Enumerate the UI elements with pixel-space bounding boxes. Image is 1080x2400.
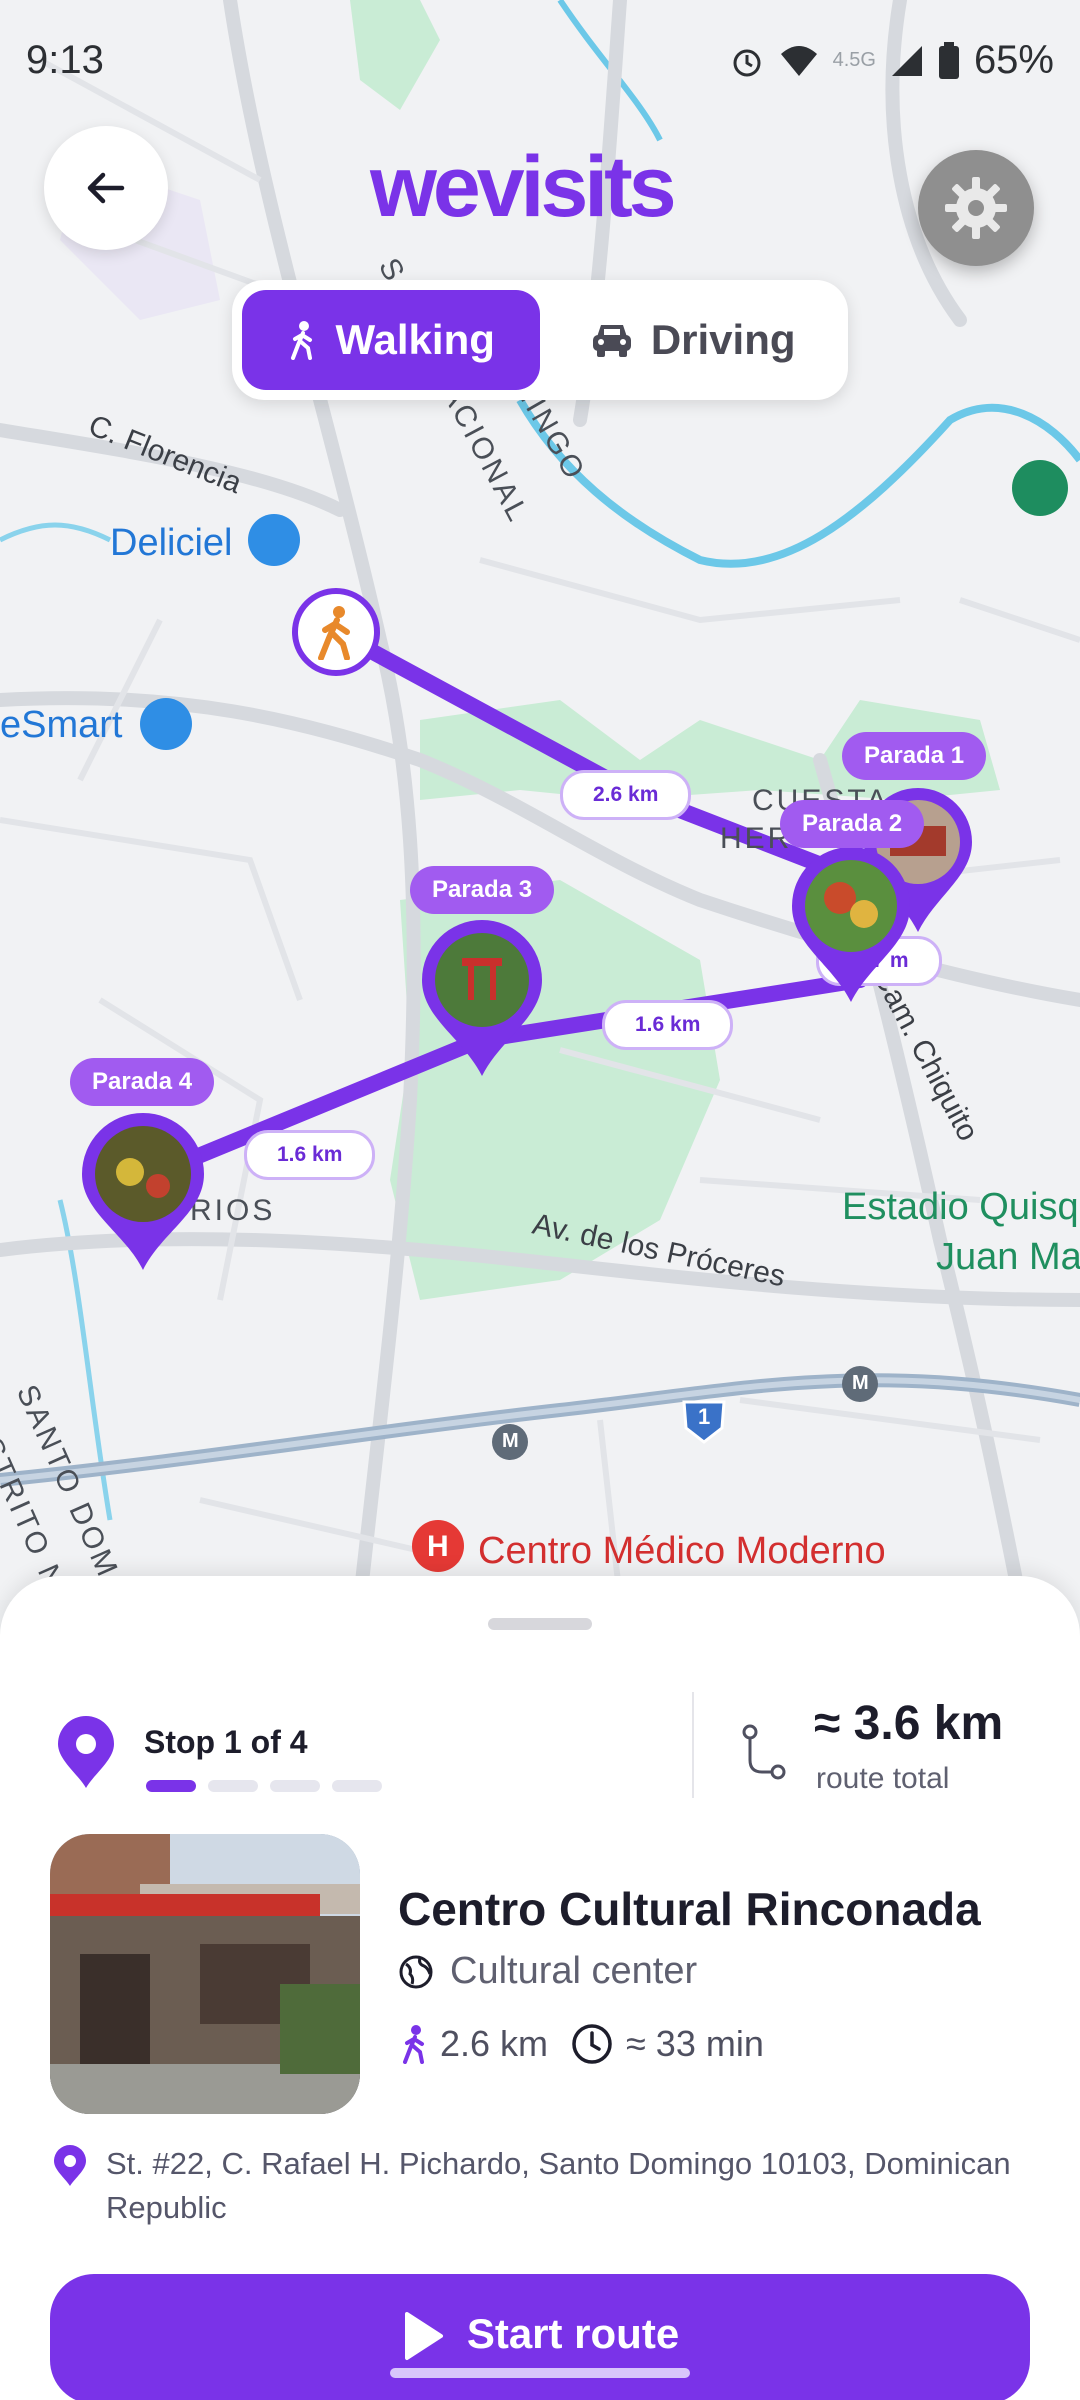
sheet-drag-handle[interactable] <box>488 1618 592 1630</box>
start-route-button[interactable]: Start route <box>50 2274 1030 2400</box>
map-pin-icon <box>792 847 910 1002</box>
stop-counter: Stop 1 of 4 <box>144 1724 308 1760</box>
stop-pin-3[interactable] <box>418 918 546 1085</box>
walking-mode-label: Walking <box>335 316 495 363</box>
stop-tag-3[interactable]: Parada 3 <box>410 866 555 914</box>
route-total-label: route total <box>816 1762 950 1795</box>
poi-label-esmart[interactable]: eSmart <box>0 704 122 747</box>
wifi-icon <box>780 45 817 76</box>
gear-icon <box>945 177 1007 239</box>
walker-start-marker[interactable] <box>292 588 380 676</box>
gesture-nav-bar[interactable] <box>390 2368 690 2378</box>
progress-segment <box>332 1780 382 1792</box>
progress-segment <box>270 1780 320 1792</box>
poi-label-estadio[interactable]: Estadio Quisq <box>842 1186 1079 1229</box>
driving-mode-label: Driving <box>650 316 796 363</box>
walk-time: ≈ 33 min <box>626 2023 764 2064</box>
highway-badge: 1 <box>698 1404 711 1429</box>
settings-button[interactable] <box>918 150 1034 266</box>
place-type: Cultural center <box>450 1950 698 1992</box>
stop-pin-2[interactable] <box>788 846 914 1011</box>
progress-segment <box>146 1780 196 1792</box>
arrow-left-icon <box>87 172 125 204</box>
place-photo[interactable] <box>50 1834 360 2114</box>
location-pin-icon <box>58 1716 114 1788</box>
divider <box>692 1692 694 1798</box>
map-view[interactable]: C. Florencia NACIONAL OMINGO S Deliciel … <box>0 0 1080 1600</box>
signal-icon <box>891 45 922 76</box>
walking-icon <box>291 321 313 360</box>
walking-mode-button[interactable]: Walking <box>242 290 541 390</box>
network-type: 4.5G <box>832 49 876 71</box>
stop-progress: Stop 1 of 4 <box>56 1716 382 1795</box>
status-bar: 9:13 4.5G 65% <box>0 0 1080 120</box>
app-logo: wevisits <box>370 139 677 235</box>
metro-badge: M <box>502 1430 519 1452</box>
place-meta-row: 2.6 km ≈ 33 min <box>400 2022 764 2066</box>
metro-badge: M <box>852 1372 869 1394</box>
status-time: 9:13 <box>26 38 104 82</box>
stop-tag-2[interactable]: Parada 2 <box>780 800 925 848</box>
driving-mode-button[interactable]: Driving <box>548 290 838 390</box>
travel-mode-toggle: Walking Driving <box>232 280 848 400</box>
distance-pill: 1.6 km <box>244 1130 376 1180</box>
stop-progress-bar <box>146 1780 382 1792</box>
place-type-row: Cultural center <box>398 1950 697 1993</box>
address-row: St. #22, C. Rafael H. Pichardo, Santo Do… <box>52 2142 1012 2230</box>
walking-icon <box>403 2025 424 2064</box>
place-address: St. #22, C. Rafael H. Pichardo, Santo Do… <box>106 2146 1011 2225</box>
back-button[interactable] <box>44 126 168 250</box>
map-pin-icon <box>82 1112 204 1270</box>
poi-label-estadio[interactable]: Juan Ma <box>936 1236 1080 1279</box>
walk-distance: 2.6 km <box>440 2023 549 2064</box>
battery-percent: 65% <box>973 38 1054 82</box>
poi-label-centro-medico[interactable]: Centro Médico Moderno <box>478 1530 886 1573</box>
progress-segment <box>208 1780 258 1792</box>
location-pin-icon <box>54 2145 86 2186</box>
play-icon <box>404 2312 443 2360</box>
hospital-badge: H <box>427 1530 449 1563</box>
globe-icon <box>399 1955 433 1988</box>
route-icon <box>742 1724 786 1780</box>
car-icon <box>592 325 631 357</box>
stop-details-sheet: Stop 1 of 4 ≈ 3.6 km route total Centro <box>0 1576 1080 2400</box>
start-route-label: Start route <box>466 2310 680 2357</box>
clock-icon <box>572 2024 612 2064</box>
place-photo-image <box>50 1834 360 2114</box>
map-pin-icon <box>422 920 542 1076</box>
route-total-value: ≈ 3.6 km <box>814 1697 1004 1750</box>
battery-icon <box>938 41 959 79</box>
poi-label-deliciel[interactable]: Deliciel <box>110 522 232 565</box>
distance-pill: 2.6 km <box>560 770 692 820</box>
place-name: Centro Cultural Rinconada <box>398 1883 981 1935</box>
distance-pill: 1.6 km <box>602 1000 734 1050</box>
stop-pin-4[interactable] <box>78 1112 208 1279</box>
stop-tag-4[interactable]: Parada 4 <box>70 1058 215 1106</box>
alarm-icon <box>733 49 761 76</box>
walking-person-icon <box>318 606 350 660</box>
stop-tag-1[interactable]: Parada 1 <box>842 732 987 780</box>
status-icons: 4.5G 65% <box>729 38 1054 83</box>
